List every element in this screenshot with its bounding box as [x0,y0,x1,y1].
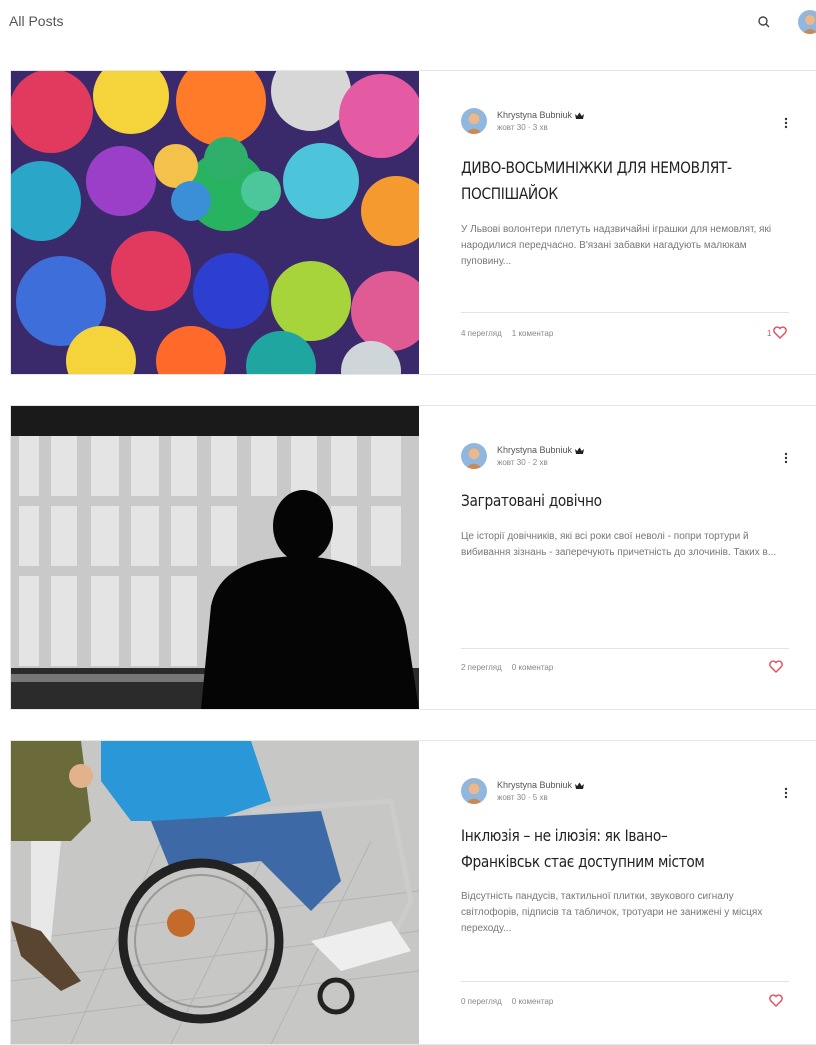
post-card[interactable]: Khrystyna Bubniuk жовт 30 · 2 хв Заграто… [10,405,816,710]
heart-icon [767,994,783,1007]
author-name[interactable]: Khrystyna Bubniuk [497,110,585,121]
post-excerpt: Це історії довічників, які всі роки свої… [461,531,777,558]
post-excerpt: У Львові волонтери плетуть надзвичайні і… [461,224,772,267]
comments-count[interactable]: 1 коментар [512,329,554,338]
author-name-text: Khrystyna Bubniuk [497,110,573,120]
like-button[interactable] [767,994,783,1007]
post-title[interactable]: Загратовані довічно [461,488,745,514]
post-image-wheelchair[interactable] [11,741,419,1044]
author-row: Khrystyna Bubniuk жовт 30 · 3 хв [461,108,801,134]
post-content: Khrystyna Bubniuk жовт 30 · 5 хв Інклюзі… [419,741,816,1044]
post-meta: жовт 30 · 3 хв [497,123,548,132]
author-name[interactable]: Khrystyna Bubniuk [497,445,585,456]
post-title[interactable]: Інклюзія – не ілюзія: як Івано–Франківсь… [461,823,745,875]
all-posts-title[interactable]: All Posts [9,13,63,29]
post-stats: 0 перегляд 0 коментар [461,997,553,1006]
heart-icon [767,660,783,673]
post-card[interactable]: Khrystyna Bubniuk жовт 30 · 5 хв Інклюзі… [10,740,816,1045]
views-count: 0 перегляд [461,997,502,1006]
post-content: Khrystyna Bubniuk жовт 30 · 2 хв Заграто… [419,406,816,709]
post-stats: 4 перегляд 1 коментар [461,329,553,338]
more-vertical-icon[interactable] [782,786,790,800]
crown-icon [575,111,585,121]
more-vertical-icon[interactable] [782,116,790,130]
views-count: 2 перегляд [461,663,502,672]
crown-icon [575,446,585,456]
views-count: 4 перегляд [461,329,502,338]
post-title[interactable]: ДИВО-ВОСЬМИНІЖКИ ДЛЯ НЕМОВЛЯТ-ПОСПІШАЙОК [461,155,745,207]
divider [461,312,789,313]
author-row: Khrystyna Bubniuk жовт 30 · 2 хв [461,443,801,469]
read-time: 2 хв [532,458,548,467]
post-image-crochet-octopus[interactable] [11,71,419,374]
read-time: 3 хв [532,123,548,132]
read-time: 5 хв [532,793,548,802]
search-icon[interactable] [756,14,772,30]
author-name-text: Khrystyna Bubniuk [497,445,573,455]
like-button[interactable] [767,660,783,673]
author-avatar[interactable] [461,108,487,134]
user-avatar[interactable] [798,10,816,34]
divider [461,648,789,649]
author-name[interactable]: Khrystyna Bubniuk [497,780,585,791]
top-bar: All Posts [0,0,816,48]
author-row: Khrystyna Bubniuk жовт 30 · 5 хв [461,778,801,804]
post-card[interactable]: Khrystyna Bubniuk жовт 30 · 3 хв ДИВО-ВО… [10,70,816,375]
post-meta: жовт 30 · 2 хв [497,458,548,467]
comments-count[interactable]: 0 коментар [512,997,554,1006]
comments-count[interactable]: 0 коментар [512,663,554,672]
post-stats: 2 перегляд 0 коментар [461,663,553,672]
author-avatar[interactable] [461,778,487,804]
post-meta: жовт 30 · 5 хв [497,793,548,802]
heart-icon [771,326,788,339]
crown-icon [575,781,585,791]
post-image-prison[interactable] [11,406,419,709]
divider [461,981,789,982]
author-avatar[interactable] [461,443,487,469]
post-excerpt: Відсутність пандусів, тактильної плитки,… [461,891,763,934]
post-date: жовт 30 [497,793,526,802]
post-date: жовт 30 [497,458,526,467]
more-vertical-icon[interactable] [782,451,790,465]
post-date: жовт 30 [497,123,526,132]
post-content: Khrystyna Bubniuk жовт 30 · 3 хв ДИВО-ВО… [419,71,816,374]
author-name-text: Khrystyna Bubniuk [497,780,573,790]
like-button[interactable]: 1 [767,326,788,339]
